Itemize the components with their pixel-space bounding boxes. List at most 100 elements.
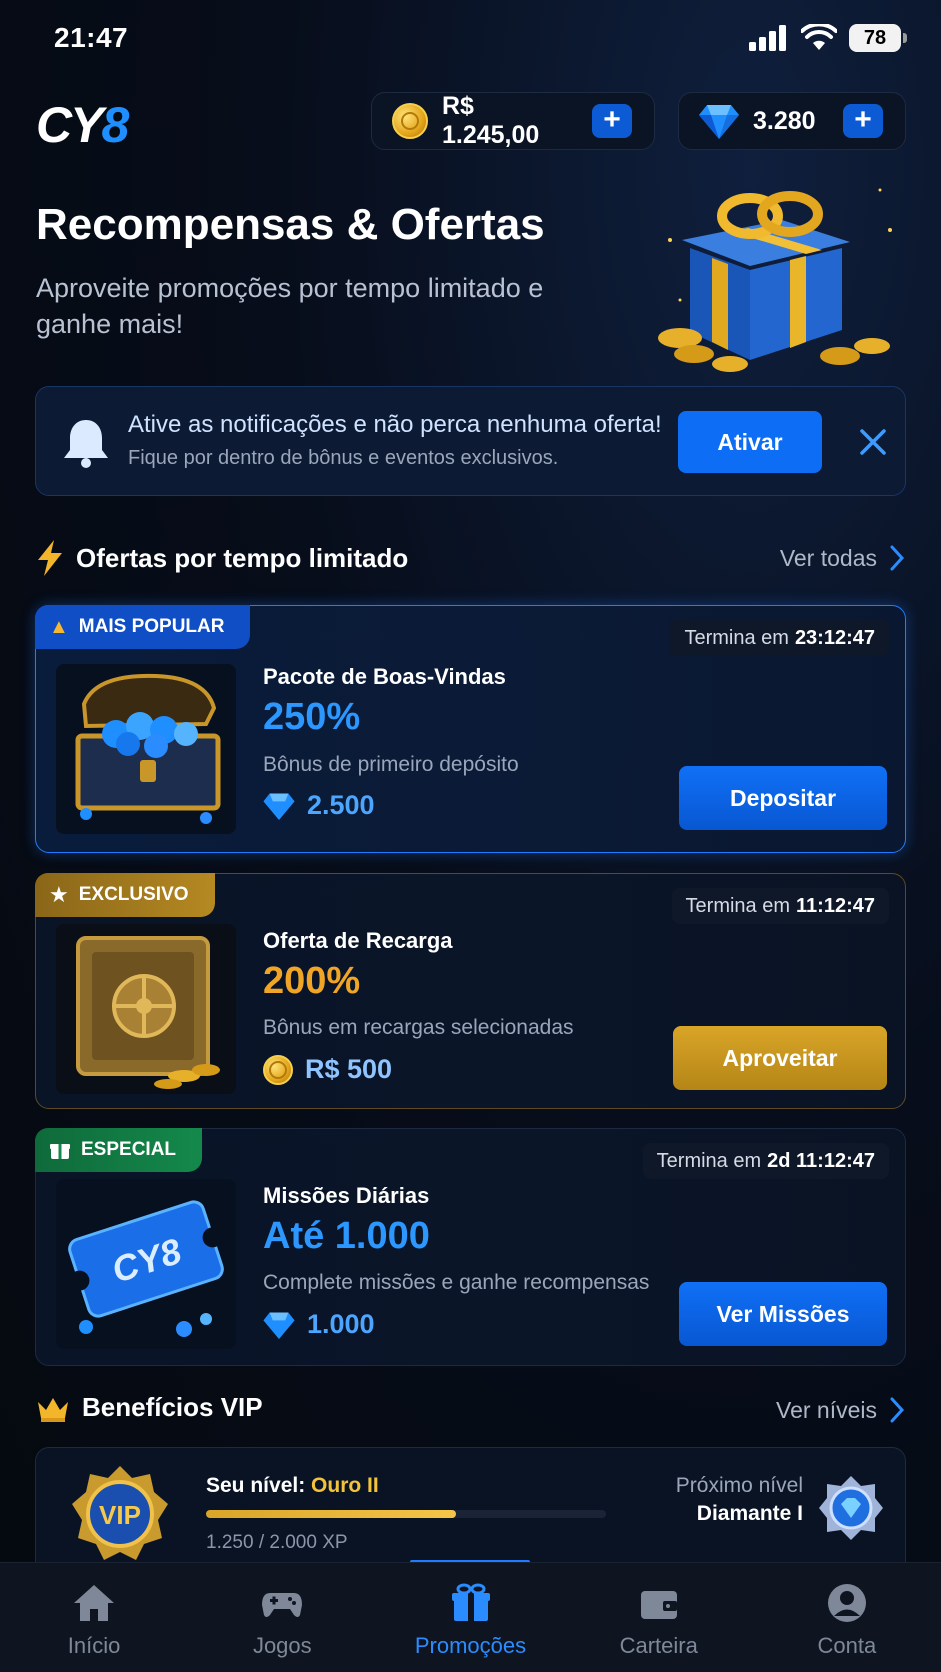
offer-tag-popular: ▲ MAIS POPULAR bbox=[35, 605, 251, 649]
diamond-icon bbox=[263, 793, 295, 820]
offer-card-missions[interactable]: ESPECIAL Termina em 2d 11:12:47 CY8 Miss… bbox=[35, 1128, 906, 1366]
diamond-icon bbox=[699, 105, 739, 139]
balance-amount: R$ 1.245,00 bbox=[442, 92, 540, 149]
offer-tag-label: MAIS POPULAR bbox=[78, 616, 225, 637]
offer-description: Bônus em recargas selecionadas bbox=[263, 1016, 574, 1039]
offer-timer: Termina em 2d 11:12:47 bbox=[642, 1143, 889, 1179]
gems-amount: 3.280 bbox=[753, 106, 816, 135]
gems-pill[interactable]: 3.280 + bbox=[678, 92, 906, 150]
vip-level-label: Seu nível: bbox=[206, 1474, 306, 1497]
tab-promotions[interactable]: Promoções bbox=[376, 1563, 564, 1672]
offer-tag-label: ESPECIAL bbox=[81, 1139, 177, 1160]
xp-progress-fill bbox=[206, 1510, 456, 1518]
offer-description: Complete missões e ganhe recompensas bbox=[263, 1271, 650, 1294]
tab-label: Jogos bbox=[252, 1633, 312, 1658]
flame-icon: ▲ bbox=[49, 615, 69, 638]
offer-card-recharge[interactable]: ★ EXCLUSIVO Termina em 11:12:47 Oferta d… bbox=[35, 873, 906, 1109]
offer-timer: Termina em 11:12:47 bbox=[671, 888, 889, 924]
lightning-icon bbox=[38, 540, 62, 576]
crown-icon bbox=[38, 1397, 68, 1422]
gift-icon bbox=[50, 1144, 70, 1159]
home-icon bbox=[74, 1585, 115, 1621]
offer-reward-value: 2.500 bbox=[307, 790, 375, 820]
brand-logo[interactable]: CY8 bbox=[36, 96, 129, 154]
timer-value: 2d 11:12:47 bbox=[767, 1149, 875, 1172]
tab-games[interactable]: Jogos bbox=[188, 1563, 376, 1672]
view-missions-button[interactable]: Ver Missões bbox=[679, 1282, 887, 1346]
gift-box-illustration bbox=[658, 188, 892, 372]
add-gems-button[interactable]: + bbox=[843, 104, 883, 138]
activate-notifications-button[interactable]: Ativar bbox=[678, 411, 822, 473]
timer-label: Termina em bbox=[685, 894, 791, 917]
status-icons: 78 bbox=[749, 24, 907, 52]
timer-value: 23:12:47 bbox=[794, 626, 875, 649]
status-bar: 21:47 78 bbox=[0, 0, 941, 80]
app-root: 21:47 78 CY8 R$ 1.245,00 + 3.280 + Recom… bbox=[0, 0, 941, 1672]
xp-progress-bar bbox=[206, 1510, 606, 1518]
vip-current-level: Seu nível: Ouro II bbox=[206, 1474, 379, 1498]
tab-wallet[interactable]: Carteira bbox=[565, 1563, 753, 1672]
claim-recharge-button[interactable]: Aproveitar bbox=[673, 1026, 887, 1090]
offers-section-title: Ofertas por tempo limitado bbox=[76, 542, 409, 573]
vip-badge-icon: VIP bbox=[72, 1466, 168, 1560]
tab-label: Início bbox=[67, 1633, 121, 1658]
star-icon: ★ bbox=[49, 882, 69, 907]
vip-level-value: Ouro II bbox=[311, 1474, 379, 1497]
see-levels-link[interactable]: Ver níveis bbox=[776, 1396, 905, 1424]
tab-home[interactable]: Início bbox=[0, 1563, 188, 1672]
vip-badge-text: VIP bbox=[99, 1500, 141, 1530]
see-all-label: Ver todas bbox=[779, 544, 877, 571]
signal-icon bbox=[749, 25, 786, 51]
status-time: 21:47 bbox=[54, 22, 129, 53]
gift-icon bbox=[451, 1583, 490, 1621]
tab-label: Conta bbox=[817, 1633, 877, 1658]
xp-progress-text: 1.250 / 2.000 XP bbox=[206, 1532, 348, 1553]
balance-pill[interactable]: R$ 1.245,00 + bbox=[371, 92, 655, 150]
timer-value: 11:12:47 bbox=[796, 894, 875, 917]
offer-card-welcome[interactable]: ▲ MAIS POPULAR Termina em 23:12:47 Pacot… bbox=[35, 605, 906, 853]
chevron-right-icon bbox=[890, 545, 905, 571]
page-subtitle: Aproveite promoções por tempo limitado e… bbox=[36, 273, 544, 339]
tab-label: Carteira bbox=[619, 1633, 698, 1658]
timer-label: Termina em bbox=[656, 1149, 762, 1172]
offer-tag-special: ESPECIAL bbox=[35, 1128, 203, 1172]
page-title: Recompensas & Ofertas bbox=[36, 200, 545, 249]
timer-label: Termina em bbox=[684, 626, 789, 649]
notification-title: Ative as notificações e não perca nenhum… bbox=[128, 411, 662, 438]
diamond-rank-icon bbox=[819, 1476, 883, 1540]
logo-text-part1: CY bbox=[36, 97, 103, 153]
vault-safe-image bbox=[56, 924, 236, 1094]
wifi-icon bbox=[801, 24, 837, 50]
offer-tag-exclusive: ★ EXCLUSIVO bbox=[35, 873, 215, 917]
vip-section-title: Benefícios VIP bbox=[82, 1392, 263, 1422]
chevron-right-icon bbox=[890, 1397, 905, 1423]
offer-reward-value: R$ 500 bbox=[305, 1054, 393, 1084]
offer-highlight: Até 1.000 bbox=[263, 1215, 430, 1257]
gamepad-icon bbox=[262, 1593, 303, 1617]
offers-section-header: Ofertas por tempo limitado bbox=[36, 540, 408, 576]
deposit-button[interactable]: Depositar bbox=[679, 766, 887, 830]
offer-name: Pacote de Boas-Vindas bbox=[263, 664, 506, 689]
offer-highlight: 250% bbox=[263, 696, 361, 738]
offer-tag-label: EXCLUSIVO bbox=[78, 884, 189, 905]
coin-icon bbox=[392, 103, 428, 139]
offer-reward: 1.000 bbox=[263, 1309, 375, 1340]
offer-name: Oferta de Recarga bbox=[263, 928, 453, 953]
close-icon[interactable] bbox=[856, 425, 890, 459]
offer-name: Missões Diárias bbox=[263, 1183, 430, 1208]
see-all-offers-link[interactable]: Ver todas bbox=[780, 544, 905, 572]
offer-reward: R$ 500 bbox=[263, 1054, 392, 1085]
notification-subtitle: Fique por dentro de bônus e eventos excl… bbox=[128, 447, 559, 469]
battery-indicator: 78 bbox=[849, 24, 907, 52]
ticket-image: CY8 bbox=[56, 1179, 236, 1349]
offer-description: Bônus de primeiro depósito bbox=[263, 753, 519, 776]
tab-account[interactable]: Conta bbox=[753, 1563, 941, 1672]
add-balance-button[interactable]: + bbox=[592, 104, 632, 138]
vip-section-header: Benefícios VIP bbox=[36, 1392, 263, 1423]
diamond-icon bbox=[263, 1312, 295, 1339]
coin-icon bbox=[263, 1054, 293, 1085]
user-icon bbox=[827, 1584, 866, 1622]
wallet-icon bbox=[640, 1591, 677, 1619]
logo-text-part2: 8 bbox=[101, 97, 129, 153]
offer-reward: 2.500 bbox=[263, 790, 375, 821]
